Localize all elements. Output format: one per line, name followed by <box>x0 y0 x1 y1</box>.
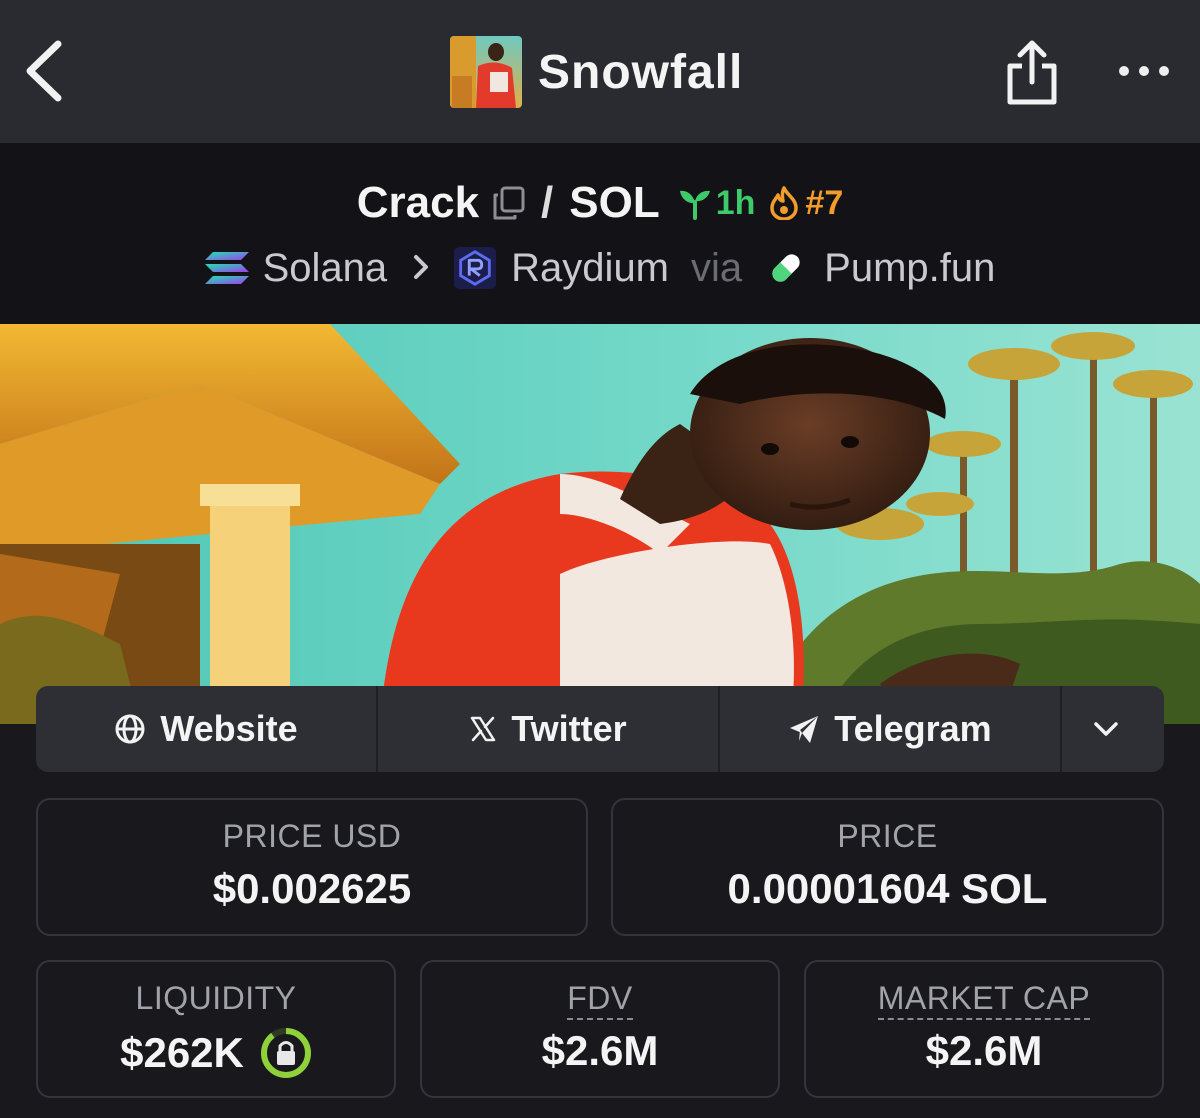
trending-rank: #7 <box>805 183 844 222</box>
market-cap-label: MARKET CAP <box>806 980 1162 1020</box>
launchpad-name[interactable]: Pump.fun <box>824 246 995 291</box>
pill-icon <box>766 246 810 290</box>
telegram-icon <box>790 716 819 743</box>
share-icon <box>1007 40 1057 105</box>
chevron-down-icon <box>1094 722 1118 736</box>
token-title: Snowfall <box>450 36 743 108</box>
twitter-link-button[interactable]: Twitter <box>378 686 720 772</box>
token-avatar <box>450 36 522 108</box>
fdv-value: $2.6M <box>541 1027 659 1074</box>
base-symbol: Crack <box>356 178 480 227</box>
chevron-left-icon <box>26 40 62 102</box>
dot <box>1139 66 1149 76</box>
market-cap-card[interactable]: MARKET CAP $2.6M <box>804 960 1164 1098</box>
price-usd-value: $0.002625 <box>212 865 412 912</box>
more-links-dropdown[interactable] <box>1062 686 1164 772</box>
fdv-card[interactable]: FDV $2.6M <box>420 960 780 1098</box>
dex-name[interactable]: Raydium <box>511 246 669 291</box>
liquidity-label: LIQUIDITY <box>135 980 297 1016</box>
route-breadcrumb: Solana Raydium via Pump.fun <box>0 241 1200 295</box>
price-native-value: 0.00001604 SOL <box>727 865 1048 912</box>
price-usd-label: PRICE USD <box>222 818 402 854</box>
telegram-link-button[interactable]: Telegram <box>720 686 1062 772</box>
chain-name[interactable]: Solana <box>263 246 388 291</box>
liquidity-card: LIQUIDITY $262K <box>36 960 396 1098</box>
via-label: via <box>691 245 743 290</box>
raydium-logo-icon <box>453 246 497 290</box>
x-logo-icon <box>471 716 496 742</box>
back-button[interactable] <box>18 36 74 106</box>
pair-row: Crack / SOL 1h #7 <box>0 173 1200 233</box>
website-label: Website <box>160 708 298 749</box>
dot <box>1159 66 1169 76</box>
twitter-label: Twitter <box>511 708 627 749</box>
pair-header: Crack / SOL 1h #7 Solana Raydium via Pum… <box>0 143 1200 324</box>
price-native-card: PRICE 0.00001604 SOL <box>611 798 1164 936</box>
chevron-right-icon <box>411 246 431 291</box>
website-link-button[interactable]: Website <box>36 686 378 772</box>
price-usd-card: PRICE USD $0.002625 <box>36 798 588 936</box>
pair-separator: / <box>541 178 554 227</box>
flame-icon <box>770 186 799 220</box>
telegram-label: Telegram <box>834 708 992 749</box>
trending-rank-badge[interactable]: #7 <box>769 184 843 223</box>
liquidity-lock-icon[interactable] <box>260 1027 312 1079</box>
liquidity-value-row: $262K <box>38 1027 394 1079</box>
quote-symbol: SOL <box>569 178 660 227</box>
pair-age: 1h <box>715 183 756 222</box>
copy-icon[interactable] <box>491 185 527 221</box>
market-cap-value: $2.6M <box>925 1027 1043 1074</box>
fdv-label-text: FDV <box>567 980 633 1020</box>
seedling-icon <box>679 190 710 220</box>
more-dots-icon <box>1119 66 1129 76</box>
share-button[interactable] <box>1002 38 1062 108</box>
fdv-label: FDV <box>422 980 778 1020</box>
liquidity-value: $262K <box>120 1029 244 1076</box>
social-links-bar: Website Twitter Telegram <box>36 686 1164 772</box>
price-label: PRICE <box>837 818 938 854</box>
pair-age-badge: 1h <box>678 183 756 223</box>
top-bar: Snowfall <box>0 0 1200 143</box>
token-name: Snowfall <box>538 45 744 99</box>
token-banner-image <box>0 324 1200 724</box>
market-cap-label-text: MARKET CAP <box>877 980 1091 1020</box>
more-options-button[interactable] <box>1114 50 1174 92</box>
globe-icon <box>115 714 145 744</box>
solana-logo-icon <box>204 246 249 290</box>
